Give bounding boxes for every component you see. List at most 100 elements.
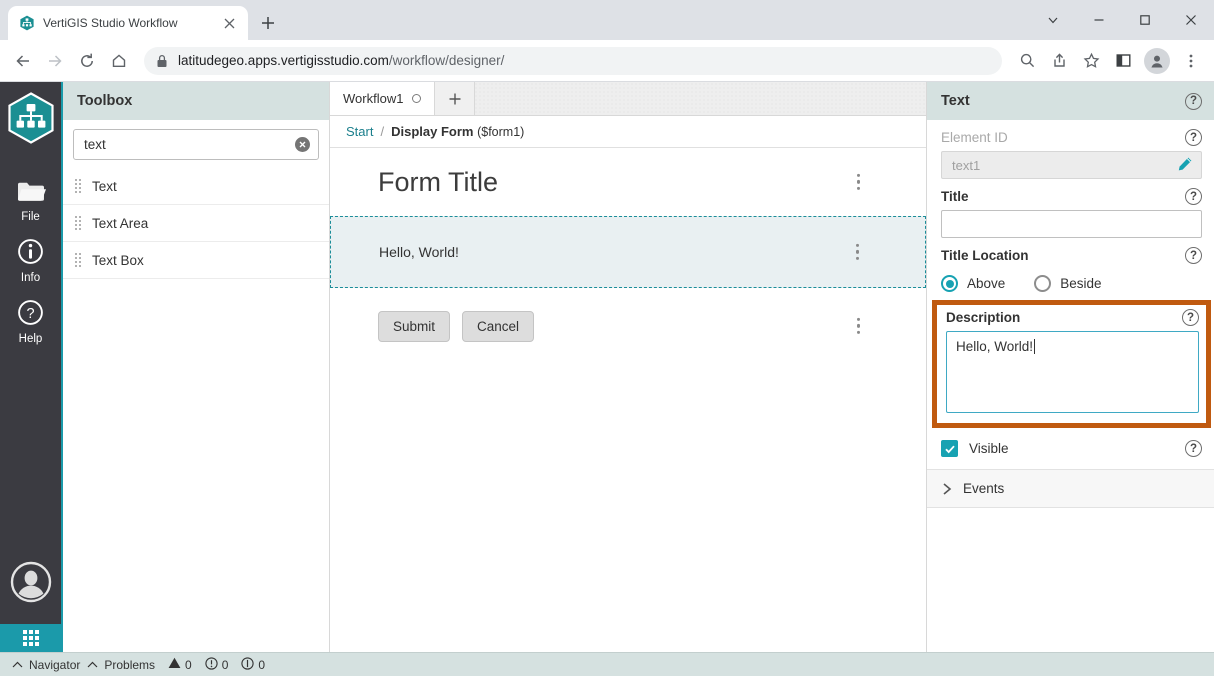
lock-icon <box>156 54 168 68</box>
status-problems-label: Problems <box>104 658 155 672</box>
help-circle-icon[interactable]: ? <box>1182 309 1199 326</box>
chevron-up-icon <box>12 658 23 672</box>
breadcrumb-start[interactable]: Start <box>346 124 373 139</box>
drag-grip-icon[interactable] <box>75 253 81 267</box>
help-circle-icon[interactable]: ? <box>1185 247 1202 264</box>
toolbox-item-text-box-label: Text Box <box>92 253 144 268</box>
status-error-count[interactable]: 0 <box>205 657 229 673</box>
cancel-button[interactable]: Cancel <box>462 311 534 342</box>
clear-circle-icon[interactable] <box>295 137 310 152</box>
sidebar-item-help[interactable]: ? Help <box>0 290 62 351</box>
user-avatar-icon[interactable] <box>10 561 52 608</box>
search-input-value: text <box>84 137 295 152</box>
title-location-radio-group: Above Beside <box>941 269 1202 294</box>
form-preview: Form Title Hello, World! Submit Cancel <box>330 148 926 652</box>
events-section[interactable]: Events <box>927 470 1214 508</box>
status-problems[interactable]: Problems <box>87 658 155 672</box>
properties-header: Text ? <box>927 82 1214 120</box>
workflow-tab-workflow1[interactable]: Workflow1 <box>330 82 435 115</box>
status-navigator-label: Navigator <box>29 658 80 672</box>
form-designer-canvas: Workflow1 Start / Display Form ($form1) … <box>330 82 927 652</box>
question-circle-icon: ? <box>17 299 44 331</box>
more-vertical-icon[interactable] <box>857 318 860 334</box>
description-textarea[interactable]: Hello, World! <box>946 331 1199 413</box>
panel-icon[interactable] <box>1108 46 1138 76</box>
search-icon[interactable] <box>1012 46 1042 76</box>
visible-checkbox[interactable] <box>941 440 958 457</box>
toolbox-item-text-label: Text <box>92 179 117 194</box>
toolbox-search-wrap: text <box>63 120 329 168</box>
help-circle-icon[interactable]: ? <box>1185 129 1202 146</box>
browser-tabstrip: VertiGIS Studio Workflow <box>0 0 1214 40</box>
status-navigator[interactable]: Navigator <box>12 658 80 672</box>
info-circle-icon <box>241 657 254 673</box>
status-info-count[interactable]: 0 <box>241 657 265 673</box>
sidebar-item-info[interactable]: Info <box>0 229 62 290</box>
toolbox-item-text[interactable]: Text <box>63 168 329 205</box>
radio-above[interactable] <box>941 275 958 292</box>
visible-field: Visible ? <box>927 428 1214 470</box>
chevron-right-icon <box>941 482 953 496</box>
browser-tab[interactable]: VertiGIS Studio Workflow <box>8 6 248 40</box>
sidebar-item-file[interactable]: File <box>0 171 62 229</box>
app-grid-icon[interactable] <box>0 624 62 652</box>
form-title: Form Title <box>378 167 498 198</box>
new-tab-button[interactable] <box>254 9 282 37</box>
description-highlight-annotation: Description ? Hello, World! <box>932 300 1211 428</box>
workflow-hexagon-icon <box>18 15 35 32</box>
breadcrumb-current-ref: ($form1) <box>477 125 524 139</box>
element-id-label: Element ID <box>941 130 1008 145</box>
drag-grip-icon[interactable] <box>75 179 81 193</box>
status-bar: Navigator Problems 0 0 0 <box>0 652 1214 676</box>
more-vertical-icon[interactable] <box>856 244 859 260</box>
arrow-left-icon[interactable] <box>8 46 38 76</box>
submit-button[interactable]: Submit <box>378 311 450 342</box>
toolbox-item-text-area[interactable]: Text Area <box>63 205 329 242</box>
vertigis-workflow-logo[interactable] <box>7 92 55 149</box>
title-input[interactable] <box>941 210 1202 238</box>
search-input[interactable]: text <box>73 129 319 160</box>
unsaved-circle-icon <box>412 94 421 103</box>
share-icon[interactable] <box>1044 46 1074 76</box>
chrome-menu-chevron[interactable] <box>1030 0 1076 40</box>
home-icon[interactable] <box>104 46 134 76</box>
form-text-element-selected[interactable]: Hello, World! <box>330 216 926 288</box>
add-workflow-tab-button[interactable] <box>435 82 475 115</box>
form-buttons-row[interactable]: Submit Cancel <box>330 288 926 364</box>
svg-text:?: ? <box>26 306 34 322</box>
title-location-head: Title Location ? <box>941 247 1202 264</box>
star-icon[interactable] <box>1076 46 1106 76</box>
help-circle-icon[interactable]: ? <box>1185 440 1202 457</box>
toolbox-item-text-box[interactable]: Text Box <box>63 242 329 279</box>
more-vertical-icon[interactable] <box>857 174 860 190</box>
address-bar[interactable]: latitudegeo.apps.vertigisstudio.com/work… <box>144 47 1002 75</box>
close-window-button[interactable] <box>1168 0 1214 40</box>
description-label: Description <box>946 310 1020 325</box>
url-path: /workflow/designer/ <box>389 53 505 68</box>
warning-triangle-icon <box>168 657 181 672</box>
minimize-button[interactable] <box>1076 0 1122 40</box>
help-circle-icon[interactable]: ? <box>1185 188 1202 205</box>
radio-beside[interactable] <box>1034 275 1051 292</box>
description-head: Description ? <box>946 309 1199 326</box>
chrome-menu-icon[interactable] <box>1176 46 1206 76</box>
element-id-input: text1 <box>941 151 1202 179</box>
maximize-button[interactable] <box>1122 0 1168 40</box>
title-location-field: Title Location ? Above Beside <box>927 238 1214 294</box>
form-title-row[interactable]: Form Title <box>330 148 926 216</box>
toolbox-header: Toolbox <box>63 82 329 120</box>
help-circle-icon[interactable]: ? <box>1185 93 1202 110</box>
pencil-icon[interactable] <box>1177 156 1193 175</box>
drag-grip-icon[interactable] <box>75 216 81 230</box>
browser-tab-title: VertiGIS Studio Workflow <box>43 16 212 30</box>
element-id-field: Element ID ? text1 <box>927 120 1214 179</box>
breadcrumb-separator: / <box>380 124 384 139</box>
reload-icon[interactable] <box>72 46 102 76</box>
profile-avatar[interactable] <box>1144 48 1170 74</box>
properties-panel: Text ? Element ID ? text1 <box>927 82 1214 652</box>
breadcrumb-current-label: Display Form <box>391 124 473 139</box>
status-warning-count[interactable]: 0 <box>168 657 192 672</box>
events-label: Events <box>963 481 1004 496</box>
close-icon[interactable] <box>220 14 238 32</box>
arrow-right-icon[interactable] <box>40 46 70 76</box>
